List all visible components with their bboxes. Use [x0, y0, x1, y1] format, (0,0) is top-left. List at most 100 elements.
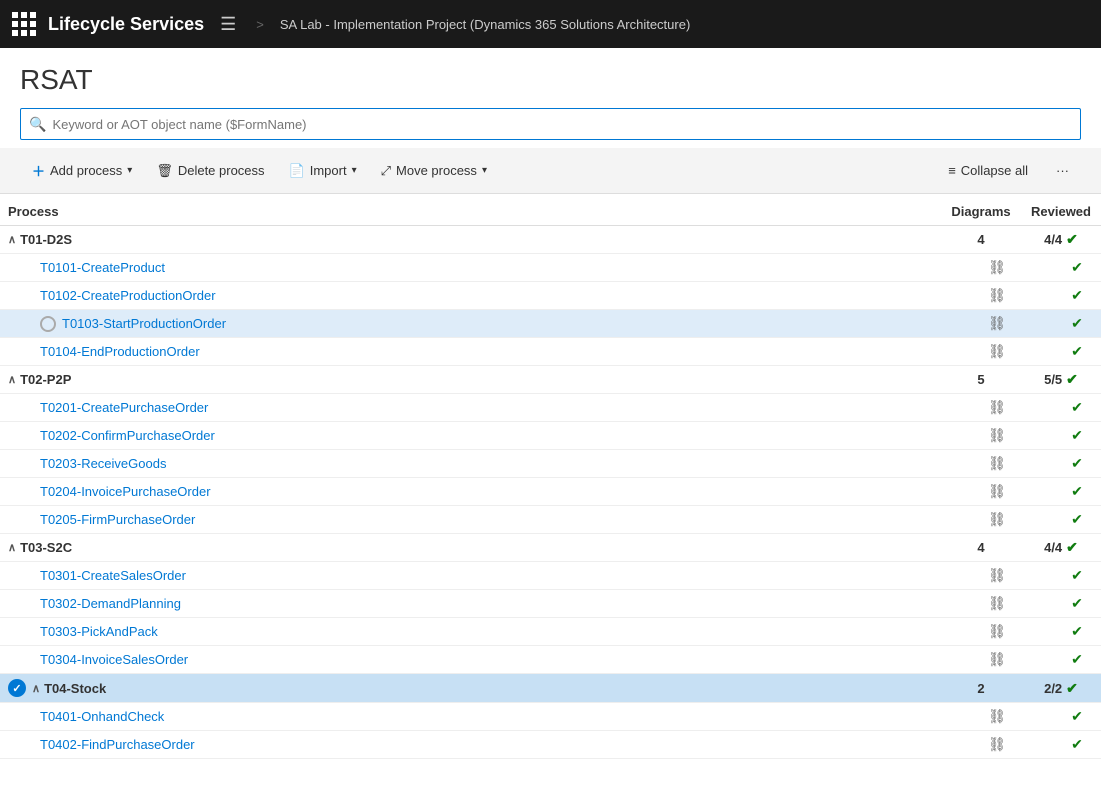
reviewed-check: ✔: [1021, 562, 1101, 590]
table-row[interactable]: ∧ T02-P2P55/5 ✔: [0, 366, 1101, 394]
check-green-icon: ✔: [1071, 567, 1083, 583]
collapse-arrow-icon[interactable]: ∧: [8, 373, 16, 386]
process-child-cell: T0204-InvoicePurchaseOrder: [0, 478, 941, 506]
diagram-icon: ⛓: [941, 703, 1021, 731]
check-green-icon: ✔: [1071, 259, 1083, 275]
search-bar[interactable]: 🔍: [20, 108, 1081, 140]
collapse-arrow-icon[interactable]: ∧: [8, 233, 16, 246]
child-label: T0103-StartProductionOrder: [62, 316, 226, 331]
page-title: RSAT: [0, 48, 1101, 108]
reviewed-check: ✔: [1021, 450, 1101, 478]
diagram-icon: ⛓: [941, 394, 1021, 422]
reviewed-count: 5/5 ✔: [1021, 366, 1101, 394]
toolbar: ＋ Add process ▾ 🗑 Delete process 📄 Impor…: [0, 148, 1101, 194]
reviewed-check: ✔: [1021, 506, 1101, 534]
collapse-arrow-icon[interactable]: ∧: [32, 682, 40, 695]
check-green-icon: ✔: [1071, 315, 1083, 331]
table-row[interactable]: T0101-CreateProduct⛓✔: [0, 254, 1101, 282]
hamburger-icon[interactable]: ☰: [216, 10, 240, 39]
child-label: T0402-FindPurchaseOrder: [40, 737, 195, 752]
reviewed-count: 4/4 ✔: [1021, 534, 1101, 562]
more-options-icon: ···: [1056, 163, 1069, 178]
add-process-button[interactable]: ＋ Add process ▾: [20, 156, 144, 185]
reviewed-check: ✔: [1021, 422, 1101, 450]
reviewed-check: ✔: [1021, 646, 1101, 674]
process-table-container: Process Diagrams Reviewed ∧ T01-D2S44/4 …: [0, 194, 1101, 759]
delete-process-label: Delete process: [178, 163, 265, 178]
process-child-cell: T0401-OnhandCheck: [0, 703, 941, 731]
reviewed-check-icon: ✔: [1066, 539, 1078, 556]
radio-circle-icon: [40, 316, 56, 332]
import-button[interactable]: 📄 Import ▾: [277, 158, 369, 184]
child-label: T0102-CreateProductionOrder: [40, 288, 216, 303]
reviewed-count: 2/2 ✔: [1021, 674, 1101, 703]
add-process-label: Add process: [50, 163, 122, 178]
child-label: T0401-OnhandCheck: [40, 709, 164, 724]
group-label: T01-D2S: [20, 232, 72, 247]
more-options-button[interactable]: ···: [1044, 158, 1081, 183]
check-green-icon: ✔: [1071, 287, 1083, 303]
search-input[interactable]: [52, 117, 1072, 132]
check-green-icon: ✔: [1071, 736, 1083, 752]
table-row[interactable]: ∧ T01-D2S44/4 ✔: [0, 226, 1101, 254]
table-row[interactable]: T0104-EndProductionOrder⛓✔: [0, 338, 1101, 366]
table-row[interactable]: T0204-InvoicePurchaseOrder ⛓ ✔: [0, 478, 1101, 506]
process-child-cell: T0102-CreateProductionOrder: [0, 282, 941, 310]
table-row[interactable]: T0201-CreatePurchaseOrder⛓✔: [0, 394, 1101, 422]
table-row[interactable]: T0302-DemandPlanning⛓✔: [0, 590, 1101, 618]
diagram-icon: ⛓: [941, 450, 1021, 478]
table-row[interactable]: T0402-FindPurchaseOrder ⛓ ✔: [0, 731, 1101, 759]
table-row[interactable]: T0103-StartProductionOrder ⛓ ✔: [0, 310, 1101, 338]
group-label: T03-S2C: [20, 540, 72, 555]
check-green-icon: ✔: [1071, 427, 1083, 443]
diagram-icon: ⛓: [941, 731, 1021, 759]
table-row[interactable]: T0304-InvoiceSalesOrder⛓✔: [0, 646, 1101, 674]
process-child-cell: T0303-PickAndPack: [0, 618, 941, 646]
table-row[interactable]: T0202-ConfirmPurchaseOrder⛓✔: [0, 422, 1101, 450]
move-process-label: Move process: [396, 163, 477, 178]
app-header: Lifecycle Services ☰ > SA Lab - Implemen…: [0, 0, 1101, 48]
diagram-icon: ⛓: [941, 478, 1021, 506]
child-label: T0303-PickAndPack: [40, 624, 158, 639]
process-child-cell: T0203-ReceiveGoods: [0, 450, 941, 478]
diagram-icon: ⛓: [941, 310, 1021, 338]
delete-icon: 🗑: [156, 163, 173, 179]
waffle-menu[interactable]: [12, 12, 36, 36]
import-label: Import: [310, 163, 347, 178]
diagram-icon: ⛓: [941, 282, 1021, 310]
child-label: T0204-InvoicePurchaseOrder: [40, 484, 211, 499]
table-row[interactable]: T0301-CreateSalesOrder⛓✔: [0, 562, 1101, 590]
table-row[interactable]: ∧ T03-S2C 44/4 ✔: [0, 534, 1101, 562]
reviewed-check-icon: ✔: [1066, 231, 1078, 248]
col-header-diagrams: Diagrams: [941, 198, 1021, 226]
child-label: T0104-EndProductionOrder: [40, 344, 200, 359]
table-row[interactable]: T0205-FirmPurchaseOrder⛓✔: [0, 506, 1101, 534]
move-process-button[interactable]: ⤢ Move process ▾: [369, 158, 499, 184]
plus-icon: ＋: [32, 161, 45, 180]
search-icon: 🔍: [29, 116, 46, 133]
process-group-cell: ✓∧ T04-Stock: [0, 674, 941, 703]
diagrams-count: 4: [941, 226, 1021, 254]
checked-circle-icon: ✓: [8, 679, 26, 697]
collapse-arrow-icon[interactable]: ∧: [8, 541, 16, 554]
reviewed-check: ✔: [1021, 478, 1101, 506]
process-child-cell: T0201-CreatePurchaseOrder: [0, 394, 941, 422]
table-row[interactable]: ✓∧ T04-Stock22/2 ✔: [0, 674, 1101, 703]
check-green-icon: ✔: [1071, 651, 1083, 667]
check-green-icon: ✔: [1071, 343, 1083, 359]
process-child-cell: T0104-EndProductionOrder: [0, 338, 941, 366]
check-green-icon: ✔: [1071, 483, 1083, 499]
diagrams-count: 4: [941, 534, 1021, 562]
reviewed-check: ✔: [1021, 731, 1101, 759]
delete-process-button[interactable]: 🗑 Delete process: [144, 158, 276, 184]
diagrams-count: 2: [941, 674, 1021, 703]
reviewed-check: ✔: [1021, 310, 1101, 338]
collapse-all-button[interactable]: ≡ Collapse all: [936, 158, 1040, 183]
table-row[interactable]: T0401-OnhandCheck⛓✔: [0, 703, 1101, 731]
collapse-all-label: Collapse all: [961, 163, 1028, 178]
move-icon: ⤢: [381, 163, 391, 179]
table-row[interactable]: T0303-PickAndPack⛓✔: [0, 618, 1101, 646]
reviewed-check: ✔: [1021, 618, 1101, 646]
table-row[interactable]: T0102-CreateProductionOrder ⛓ ✔: [0, 282, 1101, 310]
table-row[interactable]: T0203-ReceiveGoods⛓✔: [0, 450, 1101, 478]
